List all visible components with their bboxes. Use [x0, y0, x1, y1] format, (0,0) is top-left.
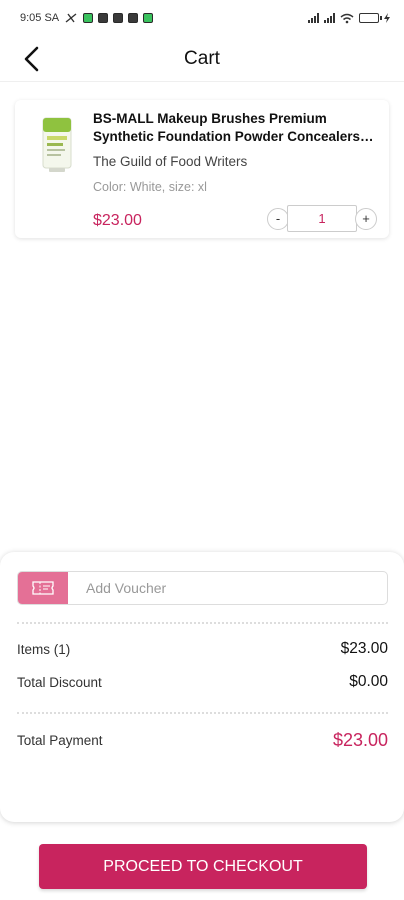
discount-value: $0.00 — [349, 673, 388, 690]
divider — [17, 712, 388, 714]
notification-app-icon — [113, 13, 124, 23]
status-right — [308, 13, 390, 24]
total-label: Total Payment — [17, 733, 103, 748]
chevron-left-icon — [24, 46, 39, 72]
voucher-input[interactable] — [68, 572, 387, 604]
status-bar: 9:05 SA — [0, 0, 404, 36]
location-off-icon — [65, 13, 77, 23]
discount-label: Total Discount — [17, 674, 102, 690]
notification-app-icon — [83, 13, 94, 23]
product-name[interactable]: BS-MALL Makeup Brushes Premium Synthetic… — [93, 110, 383, 146]
discount-row: Total Discount $0.00 — [17, 673, 388, 691]
product-variant: Color: White, size: xl — [93, 180, 207, 194]
items-row: Items (1) $23.00 — [17, 640, 388, 658]
quantity-stepper: - 1 + — [267, 205, 388, 232]
wifi-icon — [340, 13, 354, 23]
voucher-field[interactable] — [17, 571, 388, 605]
status-time: 9:05 SA — [20, 12, 60, 24]
notification-app-icon — [98, 13, 109, 23]
voucher-ticket-icon — [32, 581, 54, 595]
increase-quantity-button[interactable]: + — [355, 207, 377, 230]
page-title: Cart — [184, 47, 220, 69]
order-summary: Items (1) $23.00 Total Discount $0.00 To… — [0, 552, 404, 822]
back-button[interactable] — [14, 42, 48, 76]
divider — [17, 622, 388, 624]
proceed-to-checkout-button[interactable]: PROCEED TO CHECKOUT — [39, 844, 367, 889]
status-left: 9:05 SA — [20, 12, 154, 24]
total-row: Total Payment $23.00 — [17, 730, 388, 751]
items-value: $23.00 — [340, 640, 388, 657]
app-header: Cart — [0, 36, 404, 82]
decrease-quantity-button[interactable]: - — [267, 207, 289, 230]
product-image[interactable] — [35, 114, 79, 174]
product-price: $23.00 — [93, 212, 142, 229]
total-value: $23.00 — [332, 730, 388, 750]
charging-icon — [384, 13, 390, 23]
notification-app-icon — [128, 13, 139, 23]
store-name: The Guild of Food Writers — [93, 154, 248, 169]
signal-icon — [324, 13, 335, 23]
quantity-input[interactable]: 1 — [287, 205, 357, 232]
items-label: Items (1) — [17, 641, 71, 657]
signal-icon — [308, 13, 319, 23]
notification-app-icon — [143, 13, 154, 23]
battery-icon — [359, 13, 382, 23]
cart-item-card[interactable]: BS-MALL Makeup Brushes Premium Synthetic… — [15, 100, 389, 238]
voucher-icon-box[interactable] — [18, 572, 68, 604]
